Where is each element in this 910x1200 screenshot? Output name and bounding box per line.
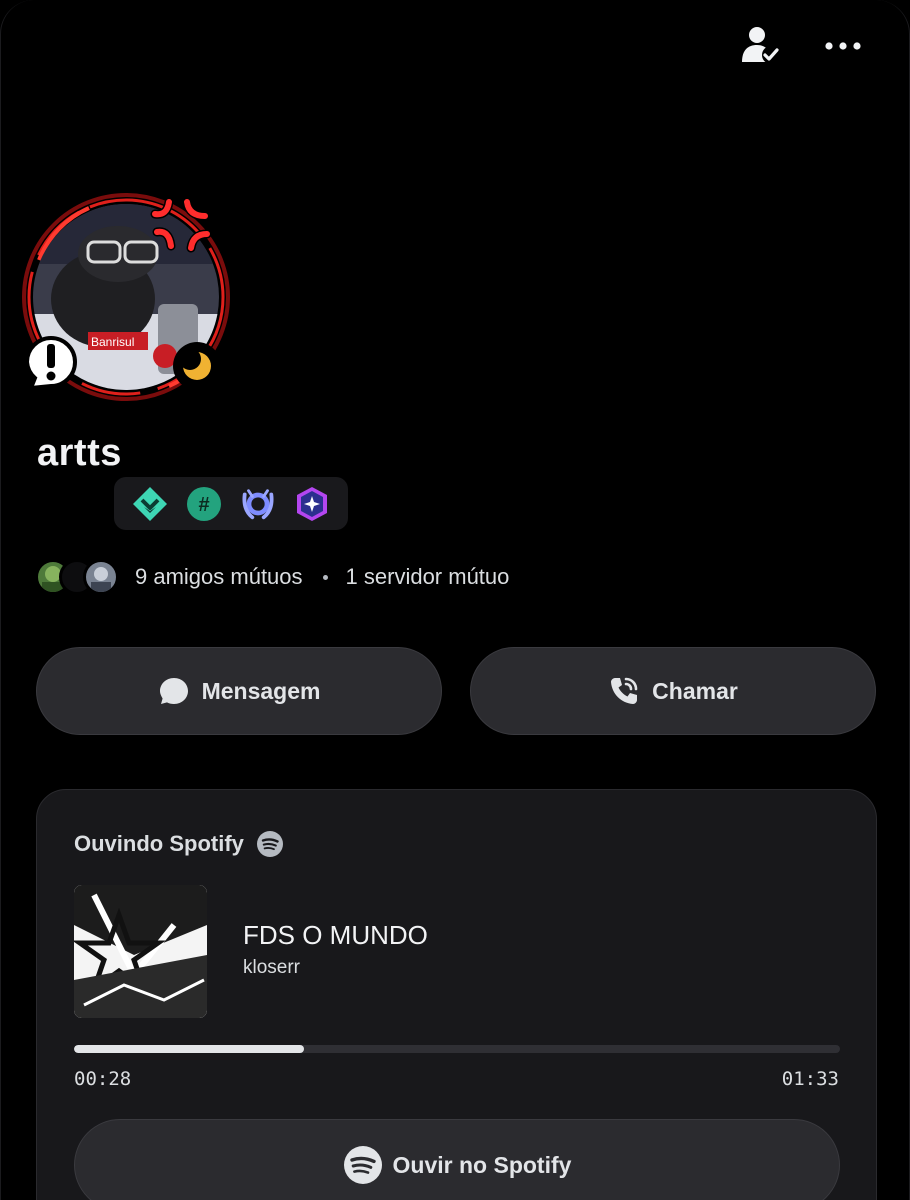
spotify-icon	[343, 1146, 382, 1184]
badge-list: #	[114, 477, 348, 530]
anger-mark-icon	[150, 197, 212, 253]
mutual-friend-avatar	[83, 559, 119, 595]
mutual-servers-count[interactable]: 1 servidor mútuo	[346, 564, 510, 590]
album-art[interactable]	[74, 885, 207, 1018]
track-artist[interactable]: kloserr	[243, 957, 300, 979]
activity-header-label: Ouvindo Spotify	[74, 831, 244, 856]
header-actions	[739, 24, 865, 68]
playback-progress-fill	[74, 1045, 304, 1053]
chat-bubble-icon	[159, 678, 188, 704]
mutual-friends-count[interactable]: 9 amigos mútuos	[135, 564, 303, 590]
separator-dot	[322, 574, 328, 580]
username: artts	[37, 432, 122, 474]
idle-status-icon	[173, 342, 221, 390]
early-supporter-laurel-icon[interactable]	[239, 485, 277, 523]
svg-text:Banrisul: Banrisul	[91, 335, 134, 349]
call-button[interactable]: Chamar	[470, 647, 876, 735]
spotify-activity-card: Ouvindo Spotify FDS O MUNDO kloserr 00:2…	[36, 789, 877, 1200]
more-options-icon[interactable]	[821, 24, 865, 68]
profile-sheet: Banrisul artts # 9 amigos mútuos 1 servi…	[0, 0, 910, 1200]
elapsed-time: 00:28	[74, 1068, 132, 1090]
call-button-label: Chamar	[652, 677, 738, 704]
playback-progress-bar	[74, 1045, 840, 1053]
mutuals-row[interactable]: 9 amigos mútuos 1 servidor mútuo	[35, 557, 509, 597]
quest-badge-icon[interactable]	[293, 485, 331, 523]
activity-header: Ouvindo Spotify	[74, 830, 284, 858]
active-developer-icon[interactable]: #	[185, 485, 223, 523]
hypesquad-balance-icon[interactable]	[131, 485, 169, 523]
friend-check-icon[interactable]	[739, 24, 783, 68]
track-duration: 01:33	[781, 1068, 839, 1090]
message-button[interactable]: Mensagem	[36, 647, 442, 735]
svg-text:#: #	[198, 494, 209, 516]
phone-call-icon	[611, 677, 638, 704]
track-title: FDS O MUNDO	[243, 920, 428, 950]
spotify-icon	[256, 831, 283, 857]
exclamation-bubble-icon	[21, 334, 83, 395]
listen-on-spotify-button[interactable]: Ouvir no Spotify	[74, 1119, 840, 1200]
listen-on-spotify-label: Ouvir no Spotify	[392, 1151, 572, 1178]
message-button-label: Mensagem	[201, 677, 321, 704]
